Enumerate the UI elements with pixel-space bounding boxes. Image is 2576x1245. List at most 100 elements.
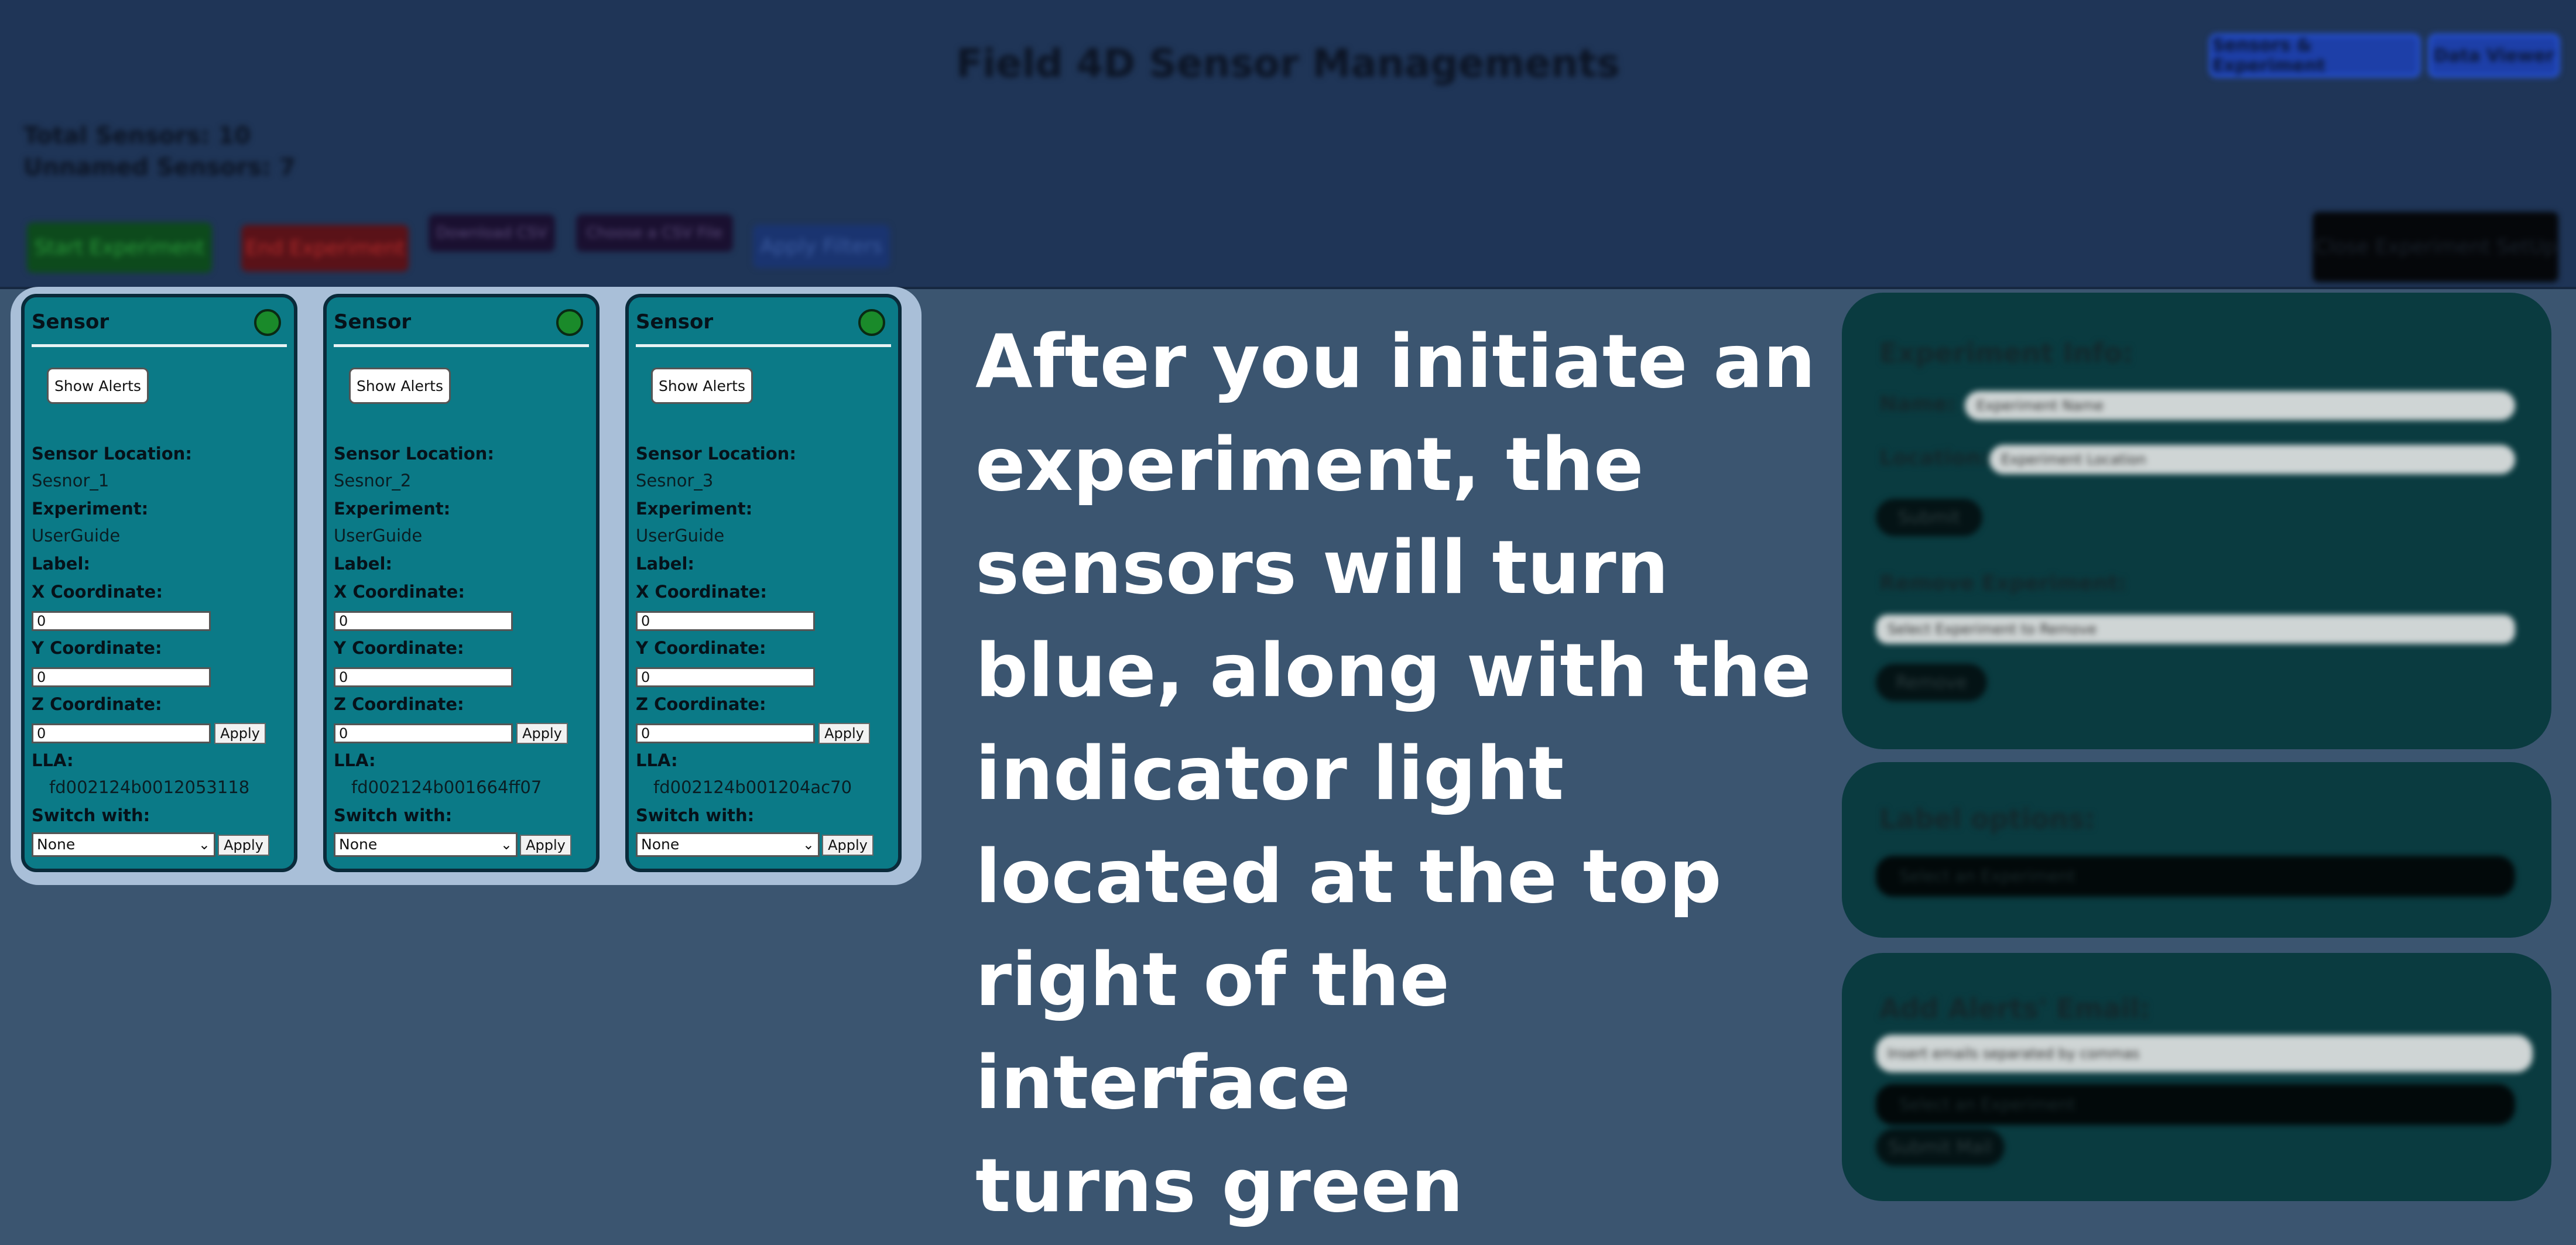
location-label: Sensor Location: [32, 444, 192, 464]
switch-with-value: None [339, 836, 378, 853]
chevron-down-icon: ⌄ [500, 836, 512, 853]
z-coordinate-input[interactable]: 0 [334, 723, 513, 743]
instruction-line: right of the interface [975, 937, 1450, 1126]
label-options-panel: Label options: Select an Experiment [1842, 762, 2551, 938]
location-label: Sensor Location: [334, 444, 494, 464]
chevron-down-icon: ⌄ [802, 836, 814, 853]
sensor-card: Sensor Show Alerts Sensor Location: Sesn… [625, 294, 902, 872]
switch-with-label: Switch with: [334, 805, 453, 825]
submit-experiment-button[interactable]: Submit [1876, 499, 1982, 536]
location-value: Sesnor_3 [636, 471, 714, 491]
switch-with-select[interactable]: None ⌄ [32, 832, 215, 857]
y-coordinate-input[interactable]: 0 [32, 667, 211, 687]
label-label: Label: [32, 554, 91, 574]
x-coordinate-input[interactable]: 0 [636, 611, 815, 631]
y-coordinate-label: Y Coordinate: [334, 638, 464, 658]
apply-coordinates-button[interactable]: Apply [516, 723, 568, 744]
experiment-label: Experiment: [334, 499, 451, 519]
lla-value: fd002124b001204ac70 [653, 777, 852, 797]
apply-switch-button[interactable]: Apply [218, 835, 269, 856]
z-coordinate-input[interactable]: 0 [32, 723, 211, 743]
sensor-title: Sensor [334, 310, 412, 334]
instruction-line: located at the top [975, 834, 1722, 920]
status-indicator-light [254, 309, 281, 336]
sensor-card: Sensor Show Alerts Sensor Location: Sesn… [21, 294, 297, 872]
switch-with-value: None [37, 836, 76, 853]
experiment-label: Experiment: [32, 499, 149, 519]
switch-with-select[interactable]: None ⌄ [636, 832, 820, 857]
alerts-email-input[interactable]: Insert emails separated by commas [1876, 1035, 2533, 1072]
apply-switch-button[interactable]: Apply [520, 835, 571, 856]
y-coordinate-label: Y Coordinate: [636, 638, 766, 658]
lla-value: fd002124b001664ff07 [351, 777, 542, 797]
x-coordinate-label: X Coordinate: [32, 582, 163, 602]
remove-experiment-select[interactable]: Select Experiment to Remove [1876, 615, 2515, 644]
remove-experiment-button[interactable]: Remove [1876, 664, 1987, 701]
submit-mail-button[interactable]: Submit Mail [1876, 1129, 2005, 1166]
experiment-info-panel: Experiment Info: Name: Experiment Name L… [1842, 293, 2551, 749]
status-indicator-light [858, 309, 885, 336]
lla-label: LLA: [32, 750, 74, 770]
nav-data-viewer-button[interactable]: Data Viewer [2428, 34, 2560, 77]
label-label: Label: [334, 554, 393, 574]
alerts-email-select[interactable]: Select an Experiment [1876, 1084, 2515, 1125]
switch-with-label: Switch with: [636, 805, 755, 825]
show-alerts-button[interactable]: Show Alerts [651, 368, 753, 404]
instruction-text: After you initiate an experiment, the se… [975, 310, 1824, 1237]
status-indicator-light [556, 309, 583, 336]
nav-sensors-experiment-button[interactable]: Sensors & Experiment [2210, 34, 2420, 77]
close-experiment-setup-button[interactable]: Close Experiment SetUp [2313, 212, 2558, 282]
apply-coordinates-button[interactable]: Apply [214, 723, 266, 744]
experiment-label: Experiment: [636, 499, 753, 519]
download-csv-button[interactable]: Download CSV [429, 214, 555, 252]
page: Field 4D Sensor Managements Total Sensor… [0, 0, 2576, 1245]
label-options-title: Label options: [1879, 803, 2095, 835]
y-coordinate-input[interactable]: 0 [636, 667, 815, 687]
show-alerts-button[interactable]: Show Alerts [349, 368, 451, 404]
apply-coordinates-button[interactable]: Apply [818, 723, 870, 744]
show-alerts-button[interactable]: Show Alerts [47, 368, 149, 404]
x-coordinate-input[interactable]: 0 [32, 611, 211, 631]
sensor-counts: Total Sensors: 10 Unnamed Sensors: 7 [23, 120, 296, 183]
z-coordinate-input[interactable]: 0 [636, 723, 815, 743]
x-coordinate-input[interactable]: 0 [334, 611, 513, 631]
start-experiment-button[interactable]: Start Experiment [27, 222, 212, 273]
experiment-location-input[interactable]: Experiment Location [1989, 445, 2515, 474]
location-label: Sensor Location: [636, 444, 796, 464]
total-sensors: Total Sensors: 10 [23, 122, 251, 149]
switch-with-label: Switch with: [32, 805, 150, 825]
apply-filters-button[interactable]: Apply Filters [753, 225, 890, 268]
x-coordinate-label: X Coordinate: [334, 582, 465, 602]
sensor-title: Sensor [32, 310, 109, 334]
y-coordinate-label: Y Coordinate: [32, 638, 162, 658]
instruction-line: sensors will turn [975, 524, 1669, 611]
z-coordinate-label: Z Coordinate: [636, 694, 766, 714]
label-label: Label: [636, 554, 695, 574]
lla-value: fd002124b0012053118 [49, 777, 250, 797]
lla-label: LLA: [334, 750, 376, 770]
sensor-card: Sensor Show Alerts Sensor Location: Sesn… [323, 294, 600, 872]
y-coordinate-input[interactable]: 0 [334, 667, 513, 687]
location-label: Location: [1879, 446, 1989, 470]
end-experiment-button[interactable]: End Experiment [241, 225, 409, 272]
lla-label: LLA: [636, 750, 678, 770]
app-title: Field 4D Sensor Managements [956, 41, 1620, 86]
alerts-email-title: Add Alerts' Email: [1879, 993, 2150, 1024]
toolbar: Start Experiment End Experiment Download… [0, 212, 2576, 289]
instruction-line: After you initiate an [975, 318, 1816, 404]
alerts-email-panel: Add Alerts' Email: Insert emails separat… [1842, 953, 2551, 1201]
location-value: Sesnor_2 [334, 471, 412, 491]
switch-with-select[interactable]: None ⌄ [334, 832, 518, 857]
label-options-select[interactable]: Select an Experiment [1876, 856, 2515, 897]
experiment-name-input[interactable]: Experiment Name [1965, 391, 2515, 420]
divider [32, 344, 287, 347]
app-header: Field 4D Sensor Managements Total Sensor… [0, 0, 2576, 215]
choose-csv-button[interactable]: Choose a CSV File [576, 214, 733, 252]
apply-switch-button[interactable]: Apply [822, 835, 873, 856]
location-value: Sesnor_1 [32, 471, 109, 491]
instruction-line: turns green [975, 1143, 1464, 1229]
instruction-line: indicator light [975, 730, 1564, 817]
z-coordinate-label: Z Coordinate: [334, 694, 464, 714]
instruction-line: experiment, the [975, 421, 1644, 507]
sensor-title: Sensor [636, 310, 714, 334]
